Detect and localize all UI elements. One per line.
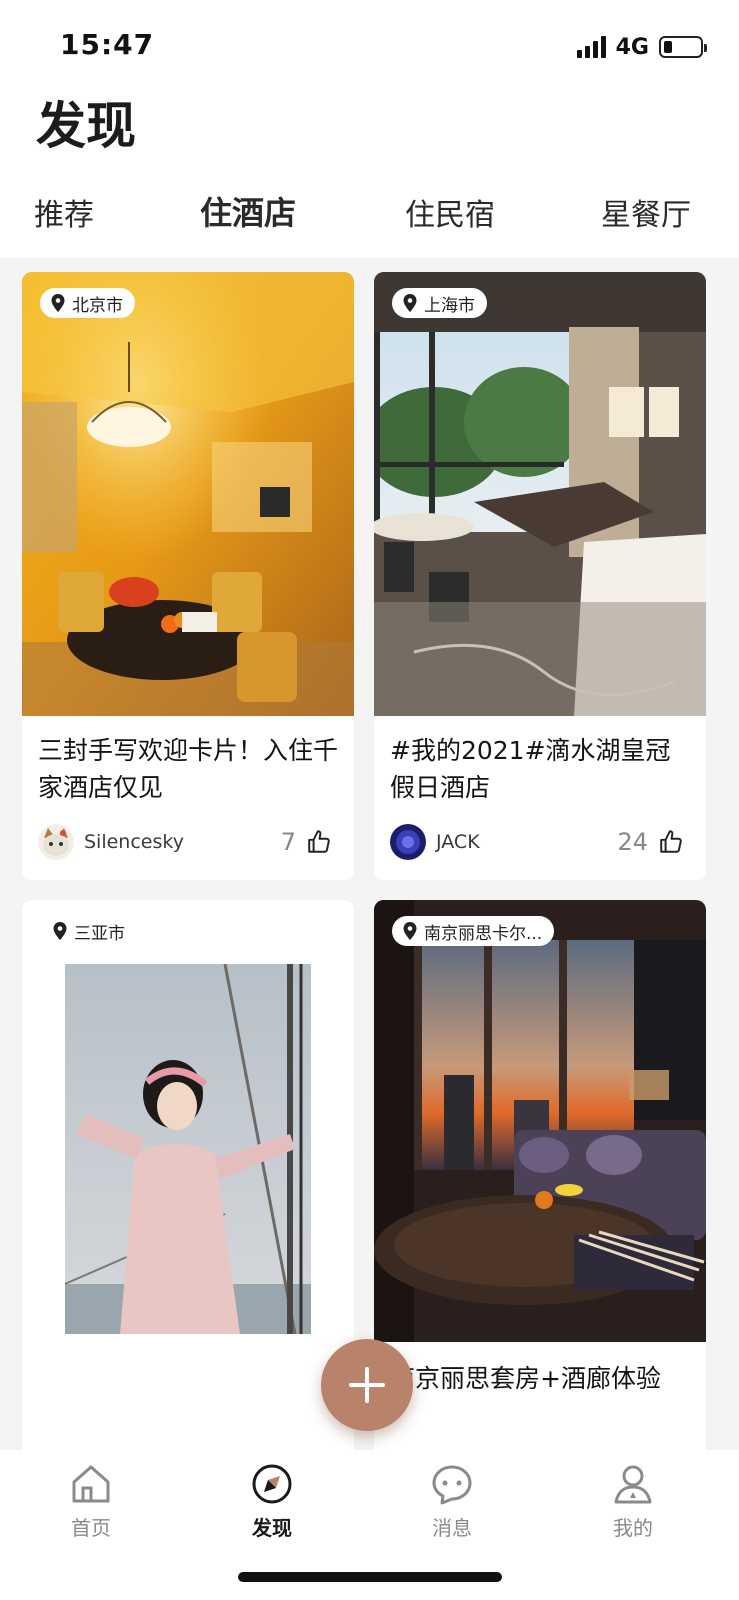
nav-item-messages[interactable]: 消息	[402, 1462, 502, 1541]
hotel-suite-photo	[374, 900, 706, 1342]
location-label: 南京丽思卡尔...	[424, 923, 543, 944]
tab-homestay[interactable]: 住民宿	[405, 190, 495, 234]
hotel-room-photo	[374, 272, 706, 716]
location-tag: 上海市	[392, 288, 487, 318]
nav-item-profile[interactable]: 我的	[583, 1462, 683, 1541]
nav-label: 发现	[252, 1516, 292, 1540]
feed-card-shanghai[interactable]: 上海市 #我的2021#滴水湖皇冠假日酒店 JACK 24	[374, 272, 706, 880]
category-tabs: 推荐 住酒店 住民宿 星餐厅	[0, 190, 739, 244]
card-title[interactable]: #我的2021#滴水湖皇冠假日酒店	[390, 732, 692, 806]
battery-icon	[659, 36, 707, 58]
add-post-button[interactable]	[321, 1339, 413, 1431]
like-count: 7	[280, 828, 296, 856]
card-author[interactable]: Silencesky	[38, 824, 184, 860]
location-tag: 南京丽思卡尔...	[392, 916, 555, 946]
author-name: JACK	[436, 831, 480, 853]
page-title: 发现	[36, 97, 136, 155]
thumbs-up-icon[interactable]	[658, 829, 684, 855]
location-pin-icon	[51, 294, 65, 312]
avatar[interactable]	[38, 824, 74, 860]
nav-label: 首页	[71, 1516, 111, 1540]
like-control[interactable]: 24	[617, 828, 684, 856]
tab-restaurant[interactable]: 星餐厅	[601, 190, 691, 234]
feed-card-sanya[interactable]: 三亚市	[22, 900, 354, 1460]
location-tag: 北京市	[40, 288, 135, 318]
location-pin-icon	[53, 922, 67, 940]
nav-label: 我的	[613, 1516, 653, 1540]
network-type: 4G	[615, 34, 649, 60]
chat-icon	[432, 1465, 472, 1505]
location-label: 北京市	[72, 295, 123, 316]
feed-card-beijing[interactable]: 北京市 三封手写欢迎卡片！入住千家酒店仅见 Silencesky 7	[22, 272, 354, 880]
tab-recommend[interactable]: 推荐	[34, 190, 94, 234]
hotel-room-photo	[22, 272, 354, 716]
profile-icon	[614, 1465, 652, 1504]
feed-card-nanjing[interactable]: 南京丽思卡尔... 南京丽思套房+酒廊体验	[374, 900, 706, 1460]
card-title[interactable]: 三封手写欢迎卡片！入住千家酒店仅见	[38, 732, 340, 806]
status-indicators: 4G	[576, 34, 707, 60]
card-title[interactable]: 南京丽思套房+酒廊体验	[390, 1360, 692, 1397]
author-name: Silencesky	[84, 831, 184, 853]
nav-label: 消息	[432, 1516, 472, 1540]
location-pin-icon	[403, 294, 417, 312]
header-area: 15:47 4G 发现 推荐 住酒店 住民宿 星餐厅	[0, 0, 739, 258]
card-author[interactable]: JACK	[390, 824, 480, 860]
like-control[interactable]: 7	[281, 828, 332, 856]
nav-item-discover[interactable]: 发现	[222, 1462, 322, 1541]
location-label: 三亚市	[74, 923, 125, 944]
location-label: 上海市	[424, 295, 475, 316]
tab-hotel[interactable]: 住酒店	[200, 188, 296, 234]
nav-item-home[interactable]: 首页	[41, 1462, 141, 1541]
home-icon	[72, 1465, 110, 1503]
thumbs-up-icon[interactable]	[306, 829, 332, 855]
avatar[interactable]	[390, 824, 426, 860]
traveler-photo	[65, 964, 311, 1334]
signal-icon	[576, 36, 606, 58]
location-pin-icon	[403, 922, 417, 940]
home-indicator[interactable]	[238, 1572, 502, 1582]
status-time: 15:47	[60, 28, 155, 61]
like-count: 24	[617, 828, 648, 856]
compass-icon	[252, 1464, 292, 1504]
location-tag: 三亚市	[40, 916, 137, 946]
plus-icon	[349, 1367, 385, 1403]
